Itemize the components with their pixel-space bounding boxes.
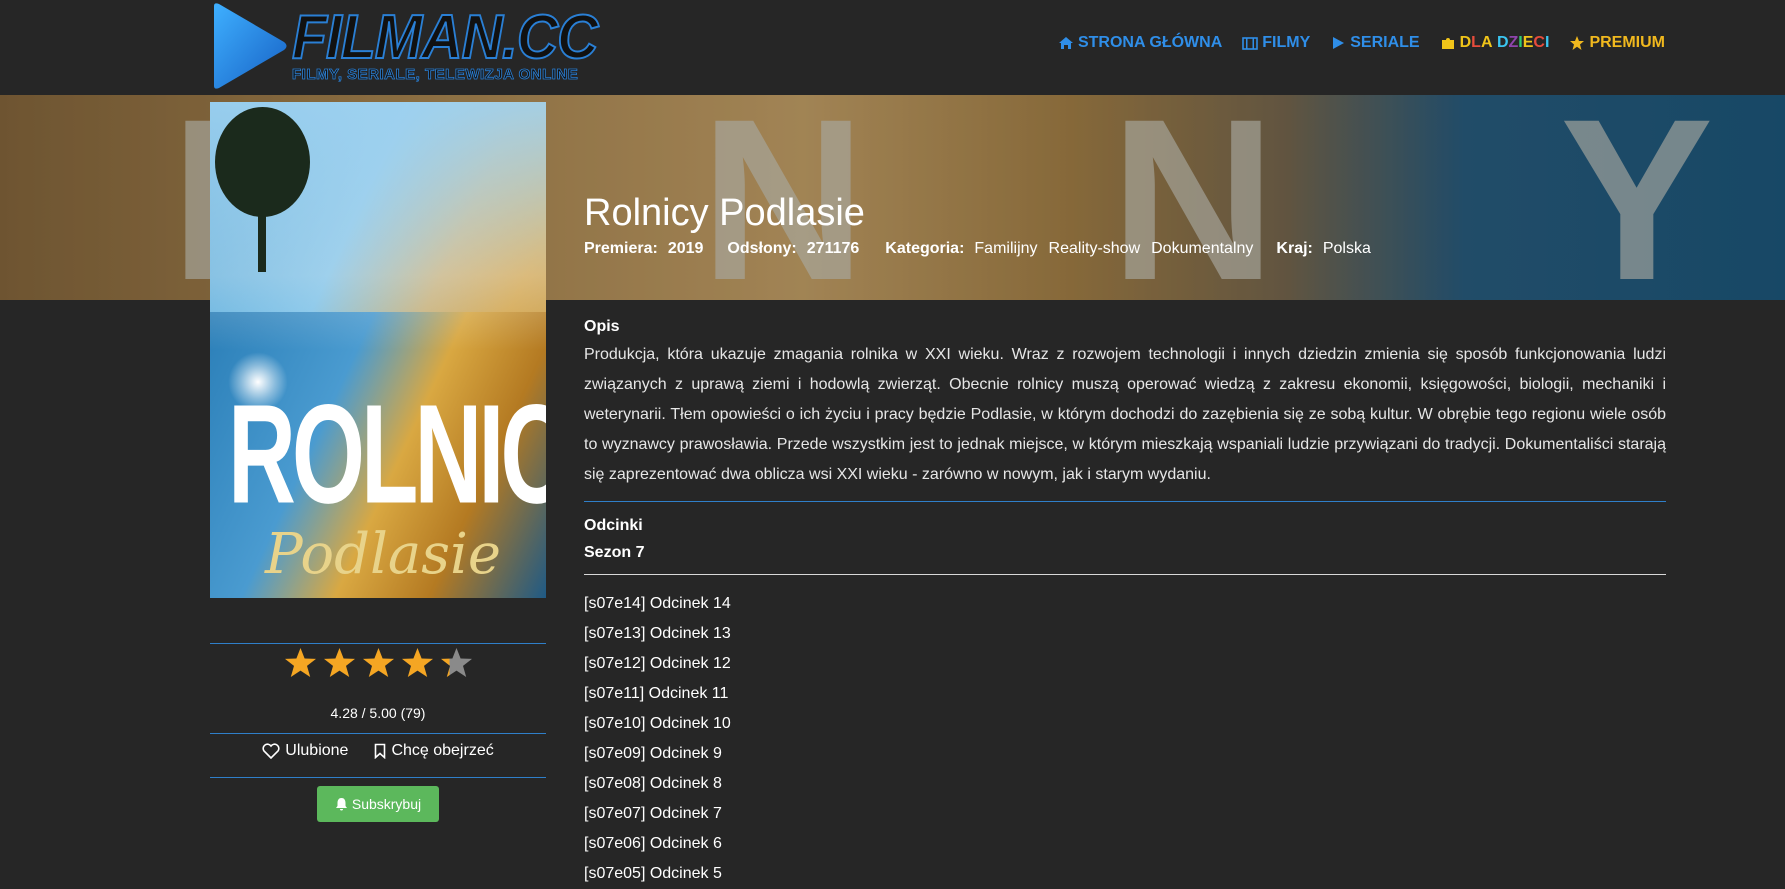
rating-star-icon[interactable]	[440, 647, 473, 680]
poster-tree	[215, 107, 310, 217]
episode-link[interactable]: [s07e14] Odcinek 14	[584, 589, 1666, 619]
logo-subtitle: FILMY, SERIALE, TELEWIZJA ONLINE	[292, 66, 579, 84]
heart-icon	[262, 743, 280, 759]
description-heading: Opis	[584, 318, 620, 335]
nav-series-label: SERIALE	[1350, 34, 1420, 51]
kids-letter: I	[1544, 34, 1550, 51]
kids-letter: C	[1533, 34, 1545, 51]
divider	[584, 501, 1666, 502]
episode-list: [s07e14] Odcinek 14 [s07e13] Odcinek 13 [s…	[584, 589, 1666, 889]
category-link[interactable]: Familijny	[974, 240, 1037, 258]
rating-star-icon[interactable]	[284, 647, 317, 680]
category-label: Kategoria:	[885, 240, 965, 257]
rating-star-icon[interactable]	[323, 647, 356, 680]
episode-link[interactable]: [s07e08] Odcinek 8	[584, 769, 1666, 799]
subscribe-button[interactable]: Subskrybuj	[317, 786, 439, 822]
kids-letter: D	[1496, 34, 1509, 51]
divider	[210, 777, 546, 778]
logo-title: FILMAN.CC	[291, 2, 599, 73]
episode-link[interactable]: [s07e06] Odcinek 6	[584, 829, 1666, 859]
nav-series[interactable]: SERIALE	[1330, 34, 1420, 52]
kids-letter: D	[1459, 34, 1472, 51]
poster-title: ROLNICY	[228, 375, 546, 533]
nav-home-label: STRONA GŁÓWNA	[1077, 34, 1223, 51]
kids-letter: A	[1480, 34, 1493, 51]
episodes-heading: Odcinki	[584, 517, 643, 534]
nav-kids[interactable]: DLA DZIECI	[1440, 34, 1550, 52]
poster-subtitle: Podlasie	[265, 522, 502, 587]
favorite-label: Ulubione	[285, 742, 349, 759]
episode-link[interactable]: [s07e12] Odcinek 12	[584, 649, 1666, 679]
nav-kids-label: DLA DZIECI	[1460, 34, 1550, 52]
episode-link[interactable]: [s07e10] Odcinek 10	[584, 709, 1666, 739]
country-label: Kraj:	[1276, 240, 1313, 257]
puzzle-icon	[1441, 38, 1454, 49]
show-content: Opis Produkcja, która ukazuje zmagania r…	[584, 318, 1666, 889]
play-icon	[1333, 37, 1345, 49]
main-nav: STRONA GŁÓWNA FILMY SERIALE DLA DZIECI P…	[1058, 34, 1665, 52]
episode-link[interactable]: [s07e11] Odcinek 11	[584, 679, 1666, 709]
category-link[interactable]: Reality-show	[1049, 240, 1141, 258]
film-icon	[1242, 37, 1259, 50]
divider	[210, 733, 546, 734]
rating-text: 4.28 / 5.00 (79)	[330, 705, 426, 721]
favorite-button[interactable]: Ulubione	[262, 742, 348, 760]
nav-movies[interactable]: FILMY	[1242, 34, 1310, 52]
play-logo-icon	[214, 3, 287, 89]
country-link[interactable]: Polska	[1323, 240, 1371, 258]
show-actions: Ulubione Chcę obejrzeć	[210, 742, 546, 760]
subscribe-label: Subskrybuj	[351, 796, 422, 812]
rating-star-icon[interactable]	[401, 647, 434, 680]
home-icon	[1058, 37, 1073, 49]
nav-premium-label: PREMIUM	[1589, 34, 1665, 51]
bell-icon	[335, 798, 347, 811]
site-header: FILMAN.CC FILMY, SERIALE, TELEWIZJA ONLI…	[0, 0, 1785, 95]
category-link[interactable]: Dokumentalny	[1151, 240, 1253, 258]
poster-tree-trunk	[258, 202, 266, 272]
nav-movies-label: FILMY	[1262, 34, 1311, 51]
views-value: 271176	[806, 240, 860, 257]
kids-letter: E	[1522, 34, 1534, 51]
views-label: Odsłony:	[727, 240, 797, 257]
kids-letter: Z	[1508, 34, 1519, 51]
divider	[584, 574, 1666, 575]
show-poster: ROLNICY Podlasie	[210, 102, 546, 598]
episode-link[interactable]: [s07e07] Odcinek 7	[584, 799, 1666, 829]
watchlist-button[interactable]: Chcę obejrzeć	[374, 742, 494, 760]
rating-stars[interactable]	[284, 647, 473, 680]
watchlist-label: Chcę obejrzeć	[391, 742, 494, 759]
season-heading[interactable]: Sezon 7	[584, 539, 1666, 566]
kids-letter: L	[1471, 34, 1481, 51]
nav-home[interactable]: STRONA GŁÓWNA	[1058, 34, 1222, 52]
site-logo[interactable]: FILMAN.CC FILMY, SERIALE, TELEWIZJA ONLI…	[210, 2, 599, 90]
star-icon	[1570, 36, 1585, 50]
show-meta: Premiera: 2019 Odsłony: 271176 Kategoria…	[584, 240, 1371, 258]
rating-star-icon[interactable]	[362, 647, 395, 680]
episode-link[interactable]: [s07e13] Odcinek 13	[584, 619, 1666, 649]
show-title: Rolnicy Podlasie	[584, 192, 865, 234]
nav-premium[interactable]: PREMIUM	[1569, 34, 1665, 52]
divider	[210, 643, 546, 644]
premiere-value: 2019	[667, 240, 704, 257]
premiere-label: Premiera:	[584, 240, 658, 257]
description-text: Produkcja, która ukazuje zmagania rolnik…	[584, 346, 1666, 483]
bookmark-icon	[375, 743, 386, 759]
episode-link[interactable]: [s07e09] Odcinek 9	[584, 739, 1666, 769]
